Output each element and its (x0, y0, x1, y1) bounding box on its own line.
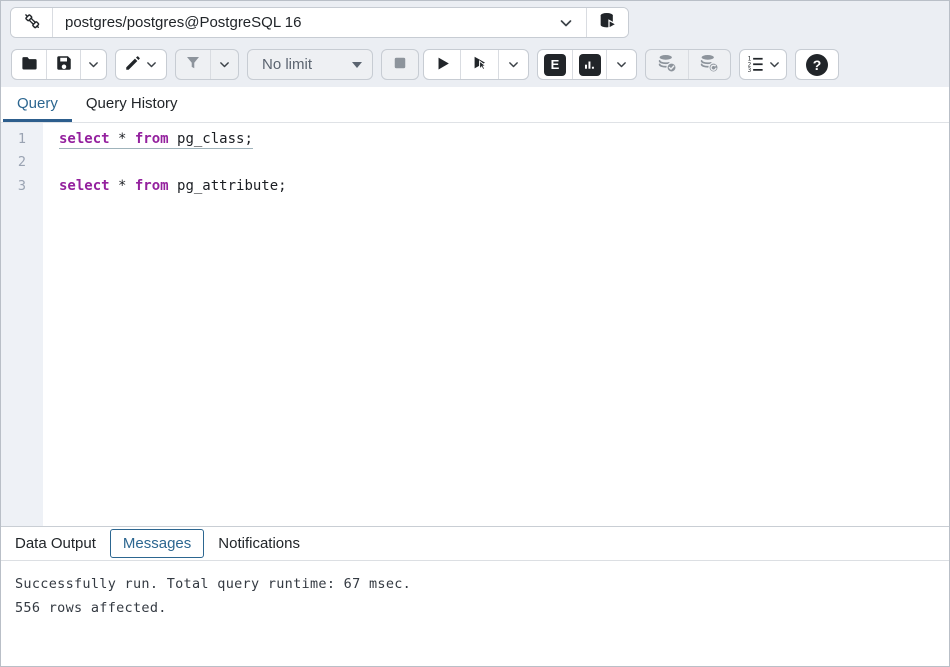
database-play-icon (598, 11, 618, 34)
line-number: 3 (1, 178, 43, 201)
execute-dropdown-button[interactable] (498, 50, 528, 79)
code-line: select * from pg_class; (59, 131, 949, 154)
question-circle-icon: ? (806, 54, 828, 76)
line-number: 1 (1, 131, 43, 154)
open-file-button[interactable] (12, 50, 46, 79)
execute-button[interactable] (424, 50, 460, 79)
sql-text: * (110, 178, 135, 194)
row-limit-select[interactable]: No limit (247, 49, 373, 80)
sql-text: * (110, 131, 135, 147)
bar-chart-badge-icon (579, 54, 601, 76)
pencil-icon (124, 54, 142, 75)
query-tool-window: postgres/postgres@PostgreSQL 16 (0, 0, 950, 667)
sql-keyword: select (59, 131, 110, 147)
connection-bar: postgres/postgres@PostgreSQL 16 (1, 1, 949, 44)
edit-dropdown-button[interactable] (116, 50, 166, 79)
messages-panel: Successfully run. Total query runtime: 6… (1, 560, 949, 666)
database-undo-icon (699, 53, 720, 77)
sql-keyword: from (135, 178, 169, 194)
code-line: select * from pg_attribute; (59, 178, 949, 201)
chevron-down-icon (558, 15, 574, 31)
message-line: 556 rows affected. (15, 596, 935, 620)
transaction-button-group (645, 49, 731, 80)
numbered-list-icon: 1 2 3 (746, 54, 765, 76)
query-toolbar: No limit (1, 44, 949, 87)
connection-select[interactable]: postgres/postgres@PostgreSQL 16 (53, 8, 586, 37)
chevron-down-icon (145, 58, 158, 71)
floppy-icon (55, 54, 73, 75)
chevron-down-icon (87, 58, 100, 71)
executed-statement: select * from pg_class; (59, 131, 253, 149)
folder-icon (20, 54, 39, 76)
tab-query-history[interactable]: Query History (72, 87, 192, 122)
help-button-group: ? (795, 49, 839, 80)
macro-dropdown-button[interactable]: 1 2 3 (740, 50, 786, 79)
play-icon (433, 54, 452, 76)
output-tabbar: Data Output Messages Notifications (1, 526, 949, 560)
explain-dropdown-button[interactable] (606, 50, 636, 79)
macro-button-group: 1 2 3 (739, 49, 787, 80)
database-check-icon (657, 53, 678, 77)
help-button[interactable]: ? (796, 50, 838, 79)
stop-button-group (381, 49, 419, 80)
plug-icon (22, 11, 42, 34)
tab-notifications[interactable]: Notifications (216, 530, 302, 557)
chevron-down-icon (218, 58, 231, 71)
stop-button[interactable] (382, 50, 418, 79)
tab-messages[interactable]: Messages (110, 529, 204, 558)
caret-down-icon (352, 62, 362, 68)
play-cursor-icon (470, 53, 490, 76)
connection-status-button[interactable] (11, 8, 52, 37)
svg-text:3: 3 (747, 66, 751, 72)
sql-keyword: select (59, 178, 110, 194)
code-area[interactable]: select * from pg_class; select * from pg… (43, 123, 949, 526)
save-button[interactable] (46, 50, 80, 79)
save-dropdown-button[interactable] (80, 50, 106, 79)
chevron-down-icon (615, 58, 628, 71)
chevron-down-icon (768, 58, 781, 71)
row-limit-value: No limit (262, 56, 352, 73)
line-number-gutter: 1 2 3 (1, 123, 43, 526)
execute-script-button[interactable] (460, 50, 498, 79)
letter-e-badge-icon: E (544, 54, 566, 76)
stop-square-icon (391, 54, 409, 75)
edit-button-group (115, 49, 167, 80)
execute-button-group (423, 49, 529, 80)
explain-button-group: E (537, 49, 637, 80)
file-button-group (11, 49, 107, 80)
commit-button[interactable] (646, 50, 688, 79)
funnel-icon (184, 54, 202, 75)
sql-editor[interactable]: 1 2 3 select * from pg_class; select * f… (1, 123, 949, 526)
line-number: 2 (1, 154, 43, 177)
editor-tabbar: Query Query History (1, 87, 949, 123)
message-line: Successfully run. Total query runtime: 6… (15, 572, 935, 596)
sql-keyword: from (135, 131, 169, 147)
rollback-button[interactable] (688, 50, 730, 79)
sql-text: pg_attribute; (169, 178, 287, 194)
filter-button-group (175, 49, 239, 80)
explain-button[interactable]: E (538, 50, 572, 79)
connection-group: postgres/postgres@PostgreSQL 16 (10, 7, 629, 38)
filter-button[interactable] (176, 50, 210, 79)
chevron-down-icon (507, 58, 520, 71)
code-line (59, 154, 949, 177)
filter-dropdown-button[interactable] (210, 50, 238, 79)
sql-text: pg_class; (169, 131, 253, 147)
tab-query[interactable]: Query (3, 87, 72, 122)
explain-analyze-button[interactable] (572, 50, 606, 79)
connection-select-value: postgres/postgres@PostgreSQL 16 (65, 14, 558, 31)
tab-data-output[interactable]: Data Output (13, 530, 98, 557)
new-connection-button[interactable] (587, 8, 628, 37)
